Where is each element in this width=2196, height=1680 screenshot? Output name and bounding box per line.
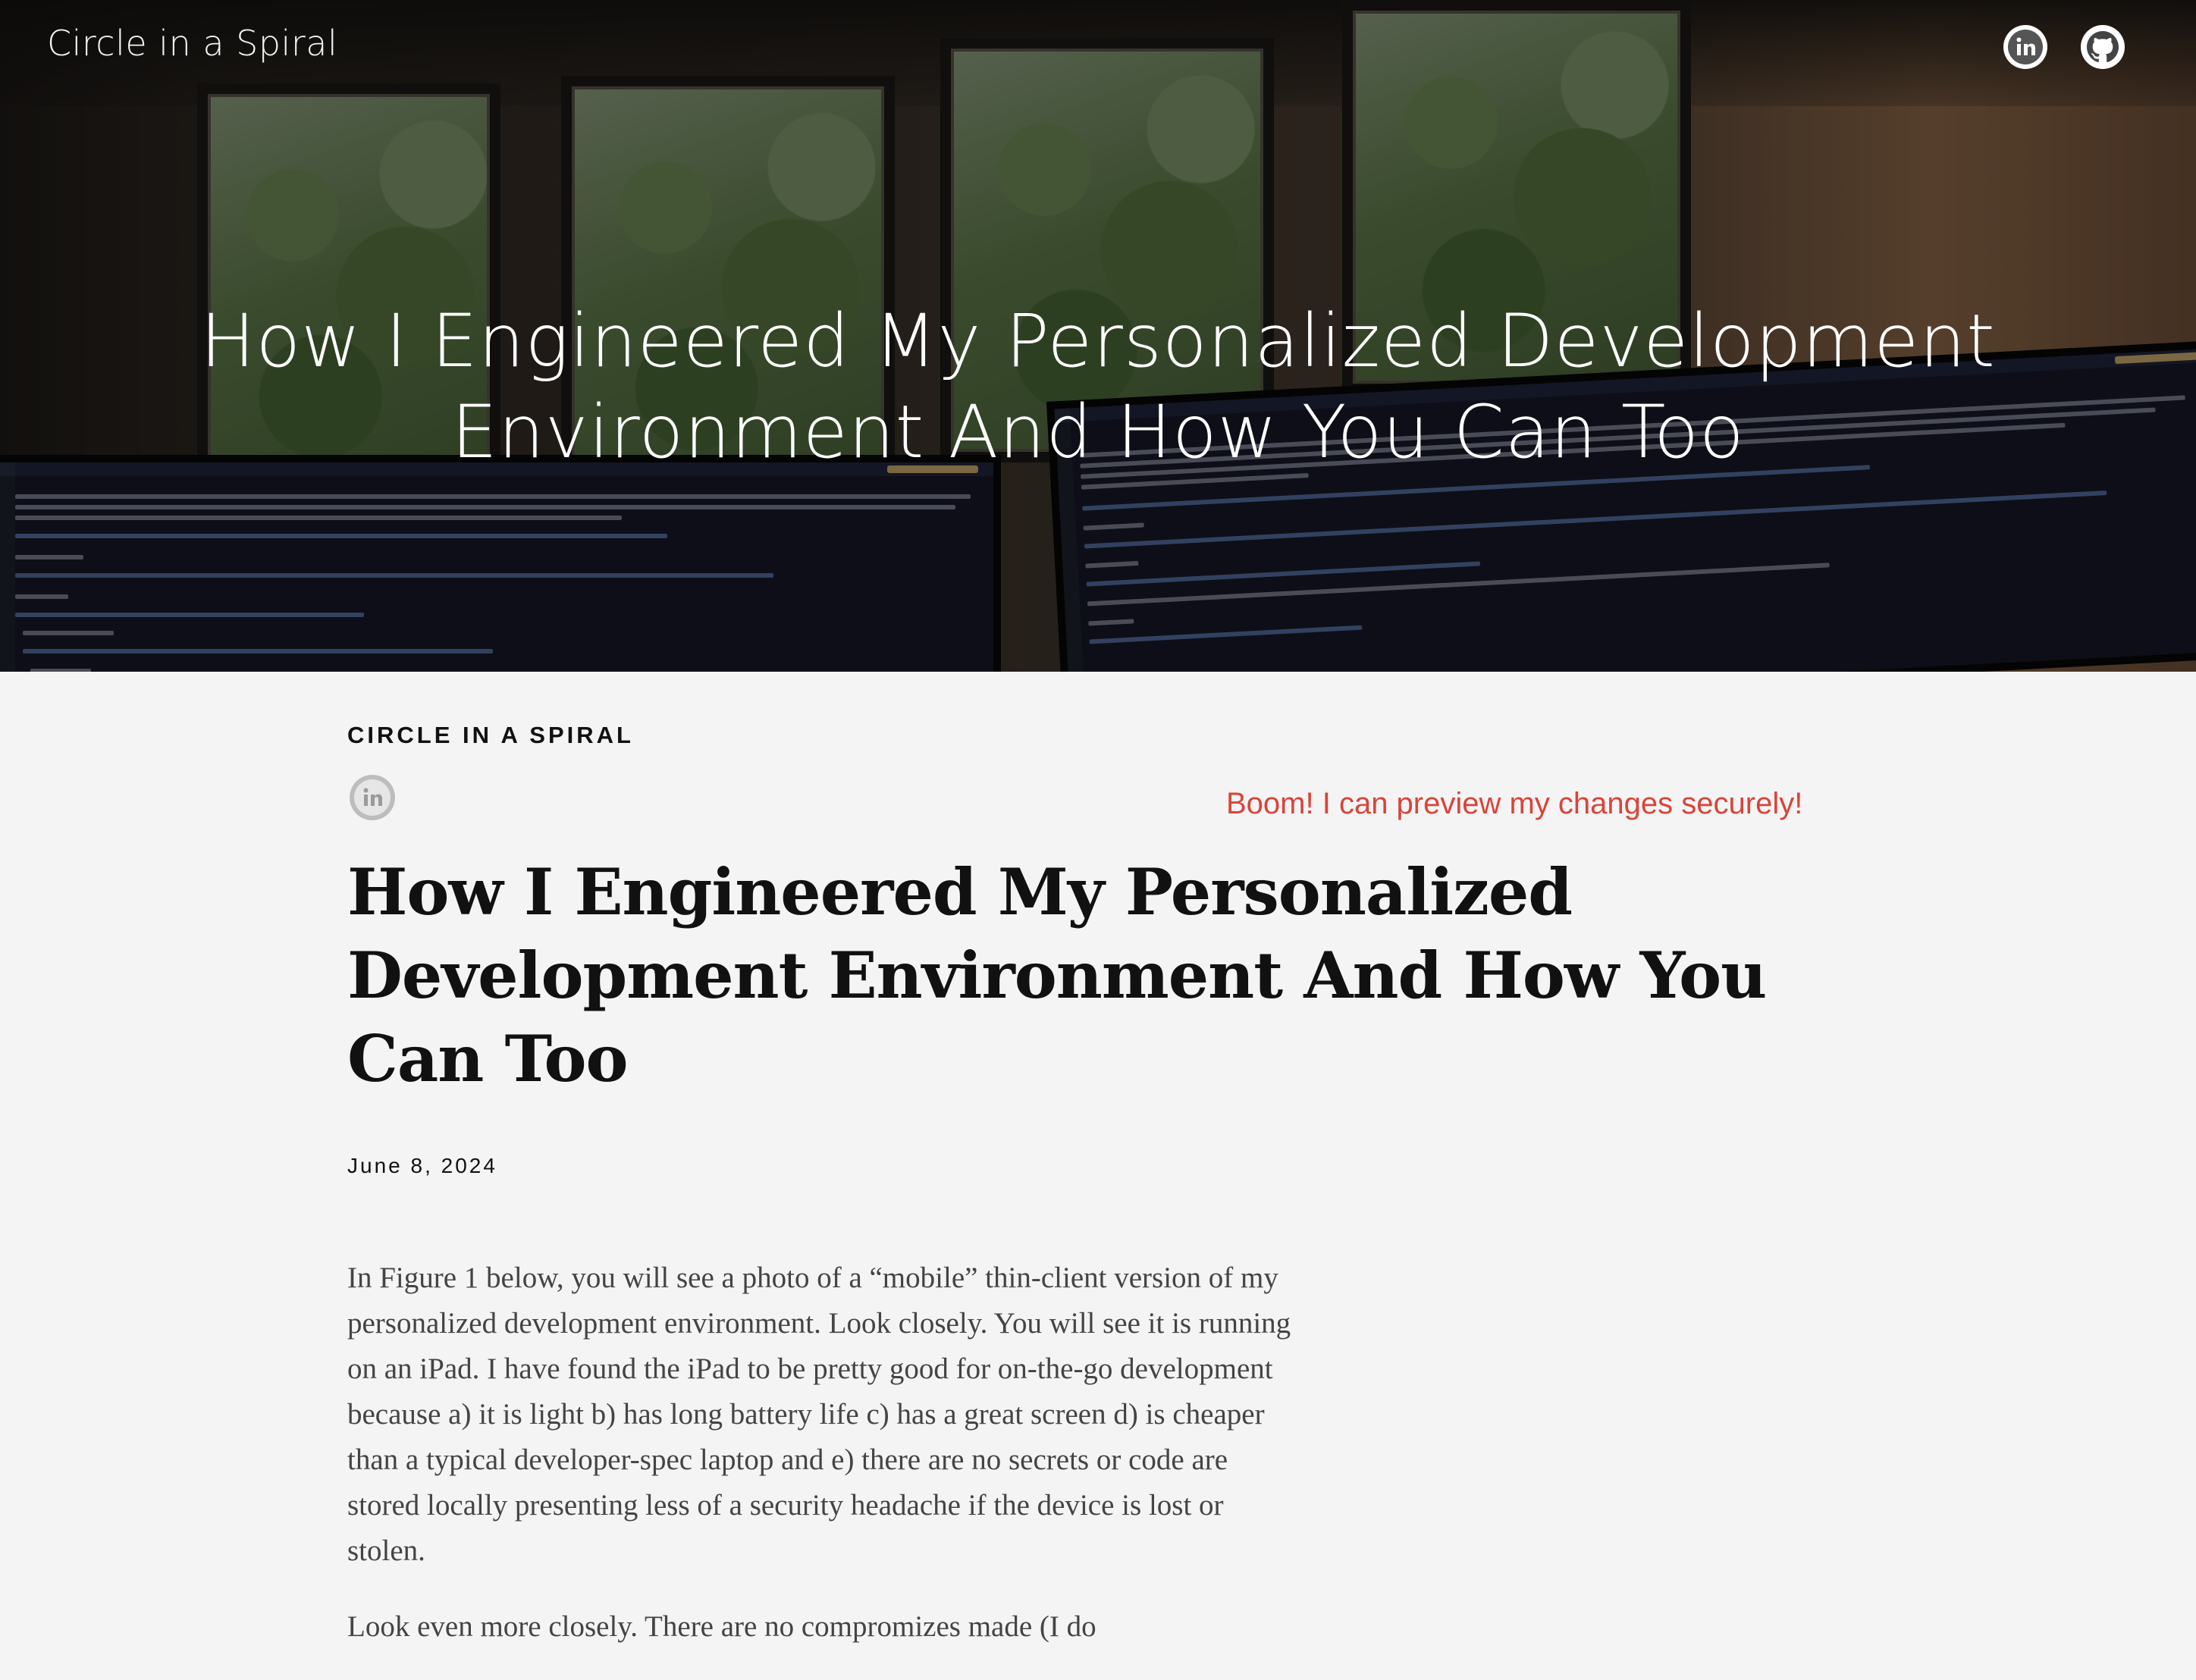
site-label-link[interactable]: CIRCLE IN A SPIRAL (347, 722, 634, 749)
site-title-link[interactable]: Circle in a Spiral (47, 23, 337, 64)
github-icon[interactable] (2080, 24, 2125, 70)
article-content: CIRCLE IN A SPIRAL Boom! I can preview m… (0, 672, 2196, 1651)
post-date: June 8, 2024 (347, 1154, 497, 1177)
post-title: How I Engineered My Personalized Develop… (347, 854, 1767, 1096)
linkedin-icon[interactable] (349, 774, 396, 821)
post-body: In Figure 1 below, you will see a photo … (347, 1255, 1303, 1680)
linkedin-icon[interactable] (2003, 24, 2048, 70)
body-paragraph: In Figure 1 below, you will see a photo … (347, 1262, 1291, 1567)
preview-note: Boom! I can preview my changes securely! (1226, 787, 1803, 820)
hero-title: How I Engineered My Personalized Develop… (200, 299, 1996, 475)
body-paragraph: Look even more closely. There are no com… (347, 1610, 1096, 1643)
hero-banner: Circle in a Spiral How I Engineered My P… (0, 0, 2196, 672)
